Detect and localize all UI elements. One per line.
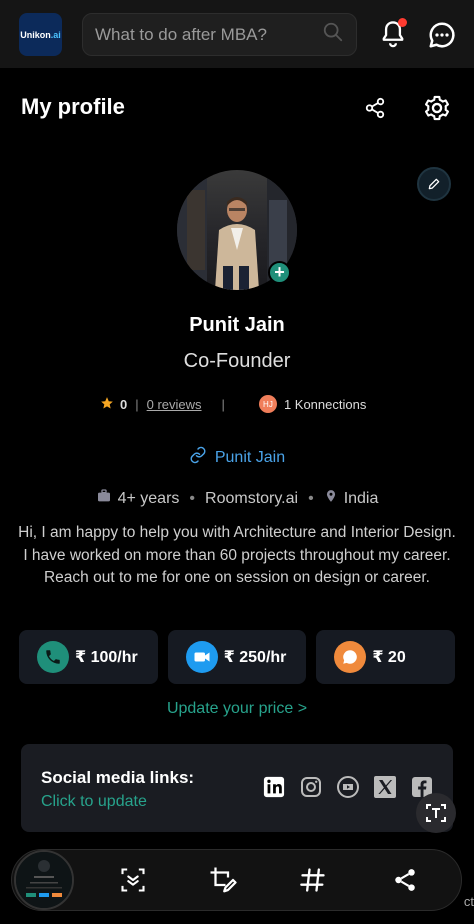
briefcase-icon: [96, 488, 112, 509]
scroll-capture-icon[interactable]: [118, 865, 148, 895]
screenshot-thumbnail[interactable]: [14, 850, 74, 910]
social-media-card[interactable]: Social media links: Click to update: [21, 744, 453, 832]
app-logo[interactable]: Unikon .ai: [19, 13, 62, 56]
profile-avatar-wrap: +: [177, 170, 297, 290]
bell-icon[interactable]: [377, 16, 409, 52]
phone-icon: [37, 641, 69, 673]
social-media-label: Social media links:: [41, 768, 195, 787]
separator-dot: •: [189, 489, 196, 507]
star-icon: [100, 396, 114, 413]
profile-meta: 4+ years • Roomstory.ai • India: [0, 488, 474, 509]
search-input[interactable]: What to do after MBA?: [82, 13, 357, 56]
social-icons: [261, 774, 435, 800]
page-title: My profile: [21, 94, 125, 119]
profile-name: Punit Jain: [189, 314, 285, 336]
rating-value: 0: [120, 396, 128, 412]
separator-dot: •: [308, 489, 314, 507]
reviews-link[interactable]: 0 reviews: [147, 397, 202, 412]
call-price: ₹ 100/hr: [75, 649, 138, 666]
konnections-link[interactable]: 1 Konnections: [284, 397, 366, 412]
edge-text: ct: [463, 894, 474, 909]
edit-profile-button[interactable]: [417, 167, 451, 201]
social-update-link[interactable]: Click to update: [41, 793, 147, 811]
video-price: ₹ 250/hr: [223, 649, 287, 666]
profile-bio: Hi, I am happy to help you with Architec…: [18, 524, 456, 586]
share-icon[interactable]: [362, 95, 388, 121]
profile-link[interactable]: Punit Jain: [0, 446, 474, 469]
search-placeholder: What to do after MBA?: [95, 24, 267, 44]
call-price-card[interactable]: ₹ 100/hr: [19, 630, 158, 684]
chat-icon[interactable]: [424, 17, 460, 53]
share-icon[interactable]: [390, 865, 420, 895]
add-photo-button[interactable]: +: [268, 261, 291, 284]
location-icon: [324, 488, 338, 509]
screenshot-toolbar: [11, 849, 462, 911]
message-price-card[interactable]: ₹ 20: [316, 630, 456, 684]
linkedin-icon[interactable]: [261, 774, 287, 800]
youtube-icon[interactable]: [335, 774, 361, 800]
location-text: India: [343, 489, 379, 507]
company-text: Roomstory.ai: [205, 489, 299, 507]
divider: |: [221, 396, 225, 412]
search-icon[interactable]: [322, 21, 344, 48]
profile-stats: 0 | 0 reviews | HJ 1 Konnections: [100, 394, 366, 414]
divider: |: [135, 396, 139, 412]
crop-edit-icon[interactable]: [208, 865, 238, 895]
video-price-card[interactable]: ₹ 250/hr: [167, 630, 307, 684]
x-icon[interactable]: [372, 774, 398, 800]
konnection-avatar: HJ: [258, 395, 277, 413]
gear-icon[interactable]: [421, 92, 453, 124]
message-icon: [334, 641, 367, 673]
text-scan-button[interactable]: [416, 793, 456, 833]
experience-text: 4+ years: [117, 489, 180, 507]
notification-dot: [398, 18, 407, 27]
profile-role: Co-Founder: [183, 350, 291, 372]
top-bar: Unikon .ai What to do after MBA?: [0, 0, 474, 68]
message-price: ₹ 20: [372, 649, 406, 666]
profile-link-text: Punit Jain: [214, 448, 286, 466]
price-cards: ₹ 100/hr ₹ 250/hr ₹ 20: [19, 630, 456, 684]
hashtag-icon[interactable]: [298, 865, 328, 895]
instagram-icon[interactable]: [298, 774, 324, 800]
update-price-link[interactable]: Update your price >: [0, 700, 474, 718]
video-icon: [185, 641, 218, 673]
link-icon: [189, 446, 207, 469]
